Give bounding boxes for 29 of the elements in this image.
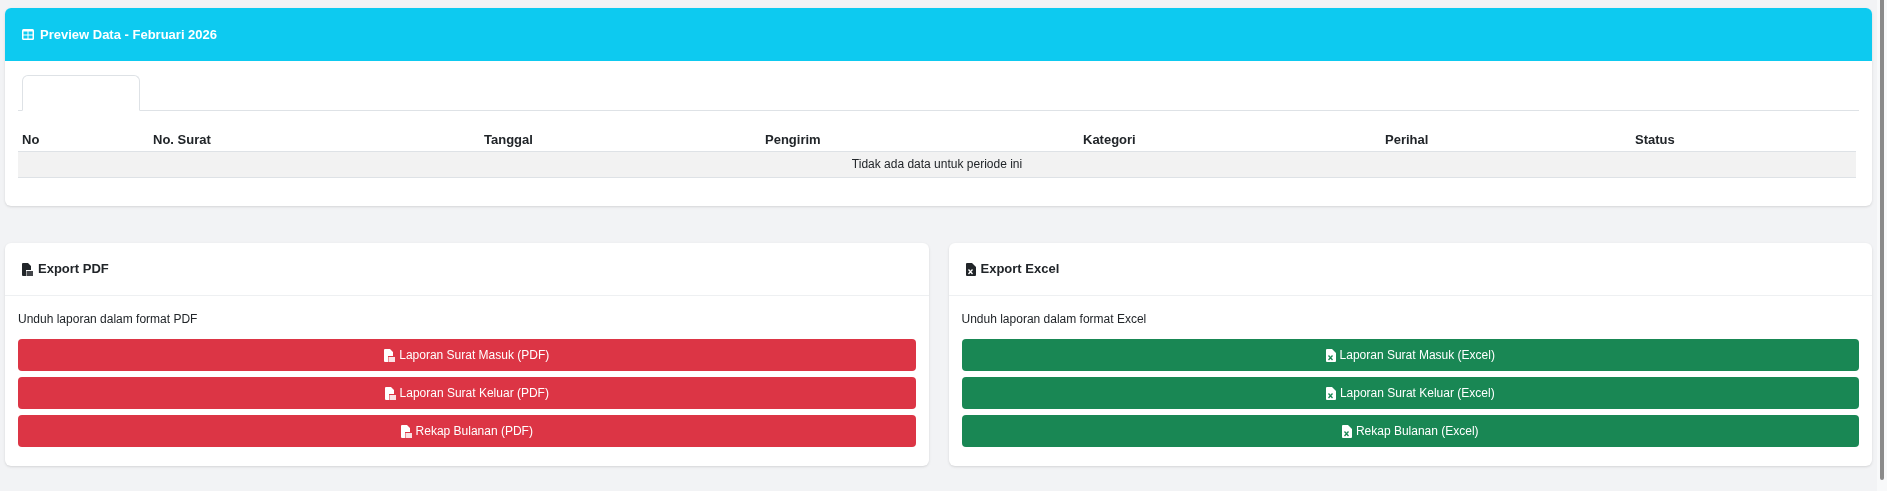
pdf-file-icon [400, 424, 412, 438]
export-button[interactable]: Laporan Surat Masuk (Excel) [961, 339, 1859, 371]
export-button[interactable]: Laporan Surat Keluar (PDF) [18, 377, 916, 409]
pdf-file-icon [22, 262, 33, 276]
card-title: Preview Data - Februari 2026 [40, 25, 218, 44]
column-header: No [22, 131, 40, 147]
export-button[interactable]: Rekap Bulanan (Excel) [961, 415, 1859, 447]
card-title: Export PDF [38, 260, 109, 279]
pdf-file-icon [384, 348, 396, 362]
card-description: Unduh laporan dalam format PDF [18, 311, 199, 328]
excel-file-icon [1341, 424, 1352, 438]
column-header: No. Surat [153, 131, 211, 147]
pdf-file-icon [384, 386, 396, 400]
column-header: Pengirim [765, 131, 821, 147]
export-button[interactable]: Rekap Bulanan (PDF) [18, 415, 916, 447]
excel-file-icon [965, 262, 976, 276]
excel-file-icon [1325, 348, 1336, 362]
card-title: Export Excel [980, 260, 1060, 279]
export-button[interactable]: Laporan Surat Keluar (Excel) [961, 377, 1859, 409]
column-header: Kategori [1083, 131, 1136, 147]
column-header: Tanggal [484, 131, 533, 147]
column-header: Status [1635, 131, 1675, 147]
tab[interactable] [22, 75, 140, 111]
excel-file-icon [1325, 386, 1336, 400]
column-header: Perihal [1385, 131, 1429, 147]
table-icon [22, 29, 34, 40]
scrollbar[interactable] [1880, 0, 1884, 480]
card-description: Unduh laporan dalam format Excel [961, 311, 1148, 328]
export-button[interactable]: Laporan Surat Masuk (PDF) [18, 339, 916, 371]
